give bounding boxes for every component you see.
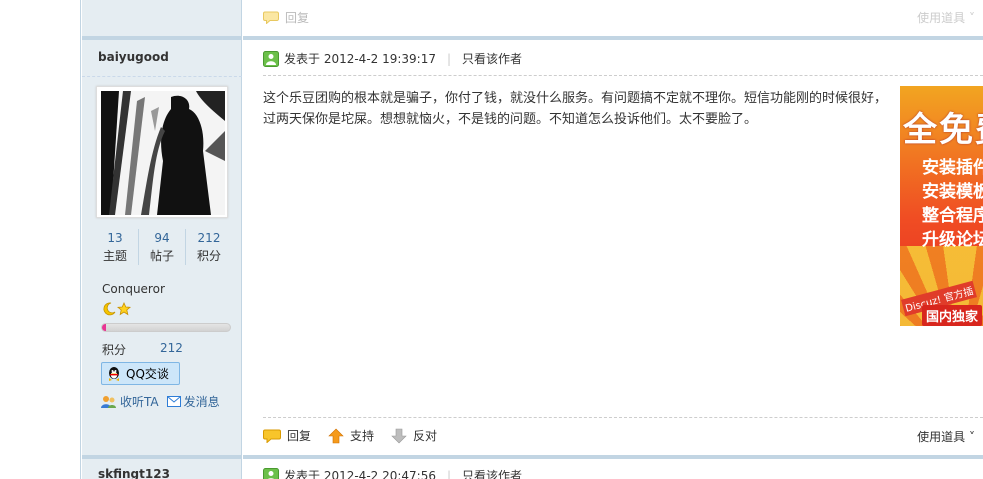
post-timestamp: 发表于 2012-4-2 19:39:17 — [284, 52, 436, 66]
follow-users-icon — [101, 395, 116, 408]
next-only-author-link[interactable]: 只看该作者 — [462, 467, 522, 479]
send-message-label: 发消息 — [183, 395, 220, 409]
post-separator — [243, 455, 983, 459]
online-status-icon — [263, 467, 279, 479]
qq-penguin-icon — [109, 366, 119, 381]
follow-link[interactable]: 收听TA — [101, 393, 159, 410]
reply-bubble-icon — [263, 429, 281, 443]
oppose-label: 反对 — [413, 429, 438, 443]
author-column: baiyugood 13 主题 94 帖子 212 积分 Conqueror 积… — [82, 0, 242, 479]
reply-label: 回复 — [287, 429, 312, 443]
stat-points[interactable]: 212 积分 — [185, 229, 232, 265]
tools-label: 使用道具 — [917, 430, 966, 444]
ad-bottom-label: 国内独家 — [922, 305, 983, 326]
ad-line: 安装模板 — [922, 182, 983, 202]
post-separator — [243, 36, 983, 40]
envelope-icon — [166, 396, 181, 407]
stat-label: 积分 — [196, 249, 221, 263]
send-message-link[interactable]: 发消息 — [166, 393, 220, 410]
avatar-image — [101, 91, 225, 215]
reply-bubble-icon — [263, 11, 279, 24]
avatar[interactable] — [96, 86, 228, 218]
previous-tools-menu[interactable]: 使用道具 ˅ — [917, 9, 975, 26]
moon-icon — [103, 302, 116, 316]
post-header-divider — [263, 75, 983, 76]
stat-value: 13 — [107, 231, 123, 245]
ad-line: 整合程序 — [922, 206, 983, 226]
post-separator — [82, 455, 242, 459]
reply-button[interactable]: 回复 — [263, 427, 311, 444]
stat-label: 主题 — [102, 249, 127, 263]
header-divider: | — [447, 468, 452, 479]
ad-line: 升级论坛 — [922, 230, 983, 250]
previous-reply-button[interactable]: 回复 — [263, 9, 309, 26]
author-divider — [82, 76, 242, 77]
chevron-down-icon: ˅ — [969, 430, 975, 444]
stat-value: 94 — [154, 231, 170, 245]
previous-post-footer: 回复 使用道具 ˅ — [243, 0, 983, 34]
chevron-down-icon: ˅ — [969, 11, 975, 25]
arrow-down-icon — [391, 428, 407, 443]
author-name-link[interactable]: baiyugood — [98, 50, 169, 64]
author-actions: 收听TA 发消息 — [101, 393, 224, 410]
post-footer-divider — [263, 417, 983, 418]
level-progress-fill — [102, 324, 106, 331]
stat-label: 帖子 — [149, 249, 174, 263]
post-actions: 回复 支持 反对 — [263, 427, 454, 444]
stat-threads[interactable]: 13 主题 — [92, 229, 138, 265]
level-progress-bar — [101, 323, 231, 332]
ad-lines: 安装插件 安装模板 整合程序 升级论坛 — [922, 156, 983, 252]
post-content: 这个乐豆团购的根本就是骗子，你付了钱，就没什么服务。有问题搞不定就不理你。短信功… — [263, 91, 888, 127]
author-stats: 13 主题 94 帖子 212 积分 — [92, 229, 232, 265]
post-header: 发表于 2012-4-2 19:39:17 | 只看该作者 — [263, 50, 522, 67]
support-button[interactable]: 支持 — [328, 427, 374, 444]
ad-line: 安装插件 — [922, 158, 983, 178]
ad-title: 全免费 — [903, 110, 983, 150]
points-value: 212 — [160, 341, 183, 355]
support-label: 支持 — [350, 429, 375, 443]
qq-chat-label: QQ交谈 — [126, 367, 169, 381]
qq-chat-button[interactable]: QQ交谈 — [101, 362, 180, 385]
left-gutter — [0, 0, 81, 479]
oppose-button[interactable]: 反对 — [391, 427, 437, 444]
user-rank: Conqueror — [102, 282, 165, 296]
next-post-timestamp: 发表于 2012-4-2 20:47:56 — [284, 469, 436, 479]
header-divider: | — [447, 51, 452, 66]
advertisement-banner[interactable]: 全免费 安装插件 安装模板 整合程序 升级论坛 Discuz! 官方插 国内独家 — [900, 86, 983, 326]
points-row: 积分 212 — [102, 341, 183, 358]
stat-value: 212 — [197, 231, 221, 245]
arrow-up-icon — [328, 428, 344, 443]
post-main-column: 回复 使用道具 ˅ 发表于 2012-4-2 19:39:17 | 只看该作者 … — [243, 0, 983, 479]
tools-menu[interactable]: 使用道具 ˅ — [917, 428, 975, 445]
next-author-name-link[interactable]: skfingt123 — [98, 467, 170, 479]
online-status-icon — [263, 50, 279, 67]
star-icon — [117, 302, 131, 316]
rank-icons — [102, 302, 131, 316]
follow-label: 收听TA — [120, 395, 159, 409]
points-label: 积分 — [102, 343, 127, 357]
stat-posts[interactable]: 94 帖子 — [138, 229, 185, 265]
post-separator — [82, 36, 242, 40]
previous-reply-label: 回复 — [285, 11, 310, 25]
only-author-link[interactable]: 只看该作者 — [462, 50, 522, 67]
previous-tools-label: 使用道具 — [917, 11, 966, 25]
next-post-header: 发表于 2012-4-2 20:47:56 | 只看该作者 — [263, 467, 522, 479]
